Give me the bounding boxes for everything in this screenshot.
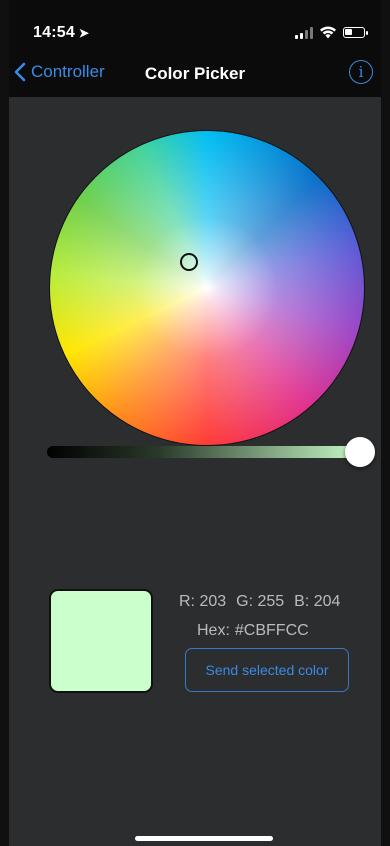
selected-color-swatch <box>49 589 153 693</box>
page-title: Color Picker <box>144 64 246 83</box>
info-icon[interactable]: i <box>349 60 373 84</box>
screen: 14:54 ➤ Controller Color Picker i R: 203… <box>9 0 381 846</box>
battery-icon <box>343 27 368 38</box>
home-indicator <box>135 836 273 841</box>
status-time: 14:54 ➤ <box>33 24 89 42</box>
hex-value: #CBFFCC <box>234 622 309 639</box>
blue-value: B: 204 <box>294 593 341 610</box>
red-value: R: 203 <box>179 593 227 610</box>
send-color-button[interactable]: Send selected color <box>185 648 349 692</box>
top-bar: 14:54 ➤ Controller Color Picker i <box>9 0 381 97</box>
send-color-label: Send selected color <box>205 662 329 678</box>
rgb-readout: R: 203 G: 255 B: 204 <box>179 593 340 611</box>
time-text: 14:54 <box>33 24 75 41</box>
cellular-signal-icon <box>295 26 313 39</box>
hex-readout: Hex: #CBFFCC <box>197 622 309 640</box>
color-wheel-handle[interactable] <box>180 253 198 271</box>
status-icons <box>295 26 368 39</box>
location-arrow-icon: ➤ <box>78 26 90 40</box>
brightness-slider[interactable] <box>47 437 375 467</box>
brightness-slider-thumb[interactable] <box>345 437 375 467</box>
color-wheel[interactable] <box>49 130 365 446</box>
hex-label: Hex: <box>197 622 230 639</box>
info-glyph: i <box>358 63 364 81</box>
green-value: G: 255 <box>236 593 285 610</box>
wifi-icon <box>320 26 336 39</box>
